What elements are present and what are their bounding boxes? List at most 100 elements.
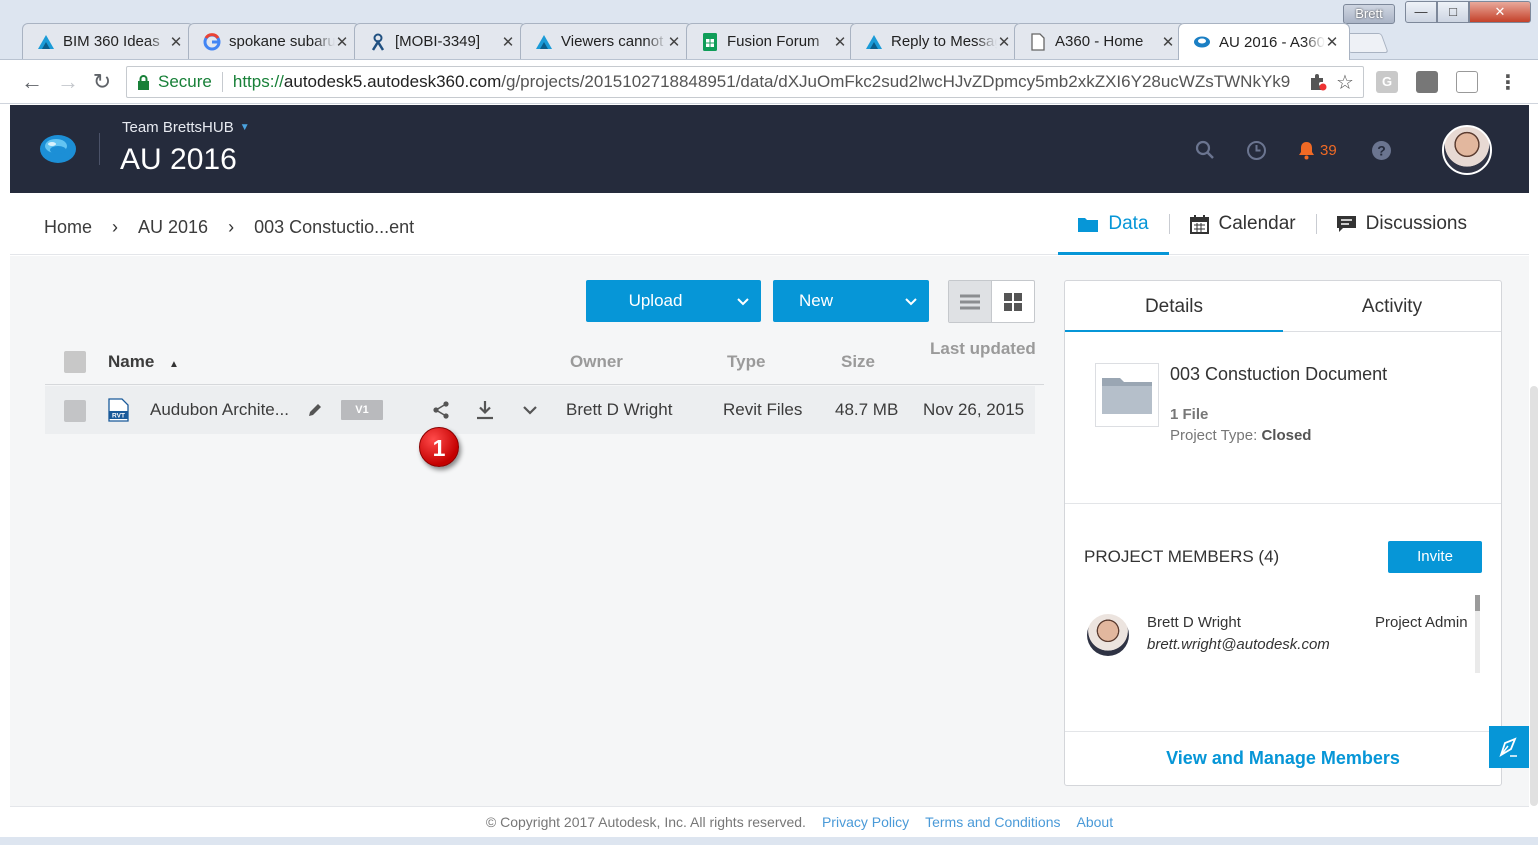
tab-details[interactable]: Details — [1065, 281, 1283, 332]
tab-label: AU 2016 - A360 — [1219, 33, 1325, 51]
search-icon[interactable] — [1195, 140, 1215, 166]
window-minimize-button[interactable]: — — [1405, 1, 1437, 23]
chevron-down-icon[interactable] — [518, 398, 542, 422]
close-tab-icon[interactable]: ✕ — [997, 33, 1011, 51]
browser-menu-icon[interactable]: ⋮ — [1498, 70, 1518, 95]
pencil-icon[interactable] — [303, 398, 327, 422]
tab-calendar[interactable]: Calendar — [1170, 193, 1316, 255]
jira-icon — [369, 33, 387, 51]
browser-tab[interactable]: Viewers cannot ✕ — [520, 23, 692, 59]
reload-icon[interactable]: ↻ — [88, 68, 116, 96]
page-footer: © Copyright 2017 Autodesk, Inc. All righ… — [10, 806, 1529, 837]
column-updated-header[interactable]: Last updated — [930, 339, 1036, 359]
project-type-value: Closed — [1261, 427, 1312, 444]
terms-link[interactable]: Terms and Conditions — [925, 814, 1060, 830]
new-button[interactable]: New — [773, 280, 929, 322]
sort-ascending-icon: ▲ — [169, 359, 179, 370]
bookmark-star-icon[interactable]: ☆ — [1336, 70, 1354, 95]
notifications-button[interactable]: 39 — [1298, 141, 1337, 160]
breadcrumb-folder[interactable]: 003 Constuctio...ent — [254, 217, 414, 238]
feedback-pen-icon — [1499, 737, 1517, 758]
share-icon[interactable] — [429, 398, 453, 422]
member-name: Brett D Wright — [1147, 614, 1241, 631]
close-tab-icon[interactable]: ✕ — [1325, 33, 1339, 51]
secure-indicator[interactable]: Secure — [137, 72, 212, 92]
browser-tab[interactable]: A360 - Home ✕ — [1014, 23, 1186, 59]
members-scrollbar[interactable] — [1475, 595, 1480, 673]
list-view-icon[interactable] — [949, 281, 992, 322]
chevron-down-icon: ▼ — [239, 122, 250, 133]
autodesk-a-icon — [865, 33, 883, 51]
invite-button[interactable]: Invite — [1388, 541, 1482, 573]
file-owner: Brett D Wright — [566, 400, 673, 419]
grid-view-icon[interactable] — [992, 281, 1034, 322]
chevron-down-icon[interactable] — [893, 293, 929, 309]
notification-count: 39 — [1320, 142, 1337, 159]
chevron-down-icon[interactable] — [725, 293, 761, 309]
extension-grid-icon[interactable] — [1456, 71, 1478, 93]
close-tab-icon[interactable]: ✕ — [1161, 33, 1175, 51]
browser-tab-active[interactable]: AU 2016 - A360 ✕ — [1178, 23, 1350, 60]
autodesk-a-icon — [535, 33, 553, 51]
column-name-header[interactable]: Name ▲ — [108, 352, 179, 372]
tab-activity[interactable]: Activity — [1283, 281, 1501, 331]
page-scrollbar[interactable] — [1530, 386, 1538, 806]
breadcrumb-home[interactable]: Home — [44, 217, 92, 238]
breadcrumb-project[interactable]: AU 2016 — [138, 217, 208, 238]
folder-title: 003 Constuction Document — [1170, 364, 1388, 384]
file-size: 48.7 MB — [835, 400, 899, 419]
tab-data[interactable]: Data — [1058, 193, 1169, 255]
close-tab-icon[interactable]: ✕ — [335, 33, 349, 51]
calendar-icon — [1189, 214, 1209, 234]
feedback-button[interactable] — [1489, 726, 1529, 768]
column-size-header[interactable]: Size — [841, 352, 875, 372]
window-close-button[interactable]: ✕ — [1469, 1, 1531, 23]
browser-tab[interactable]: Fusion Forum ✕ — [686, 23, 858, 59]
url-host: autodesk5.autodesk360.com — [283, 72, 502, 91]
clock-icon[interactable] — [1246, 140, 1267, 167]
browser-tab[interactable]: spokane subaru ✕ — [188, 23, 360, 59]
close-tab-icon[interactable]: ✕ — [667, 33, 681, 51]
tab-discussions[interactable]: Discussions — [1317, 193, 1487, 255]
column-type-header[interactable]: Type — [727, 352, 765, 372]
back-arrow-icon[interactable]: ← — [18, 68, 46, 96]
a360-icon — [1193, 33, 1211, 51]
help-icon[interactable]: ? — [1371, 140, 1392, 167]
window-maximize-button[interactable]: □ — [1437, 1, 1469, 23]
revit-file-icon: RVT — [108, 398, 129, 422]
view-manage-members-link[interactable]: View and Manage Members — [1065, 748, 1501, 769]
close-tab-icon[interactable]: ✕ — [833, 33, 847, 51]
browser-tab[interactable]: Reply to Message ✕ — [850, 23, 1022, 59]
tab-label: Reply to Message — [891, 33, 997, 50]
forward-arrow-icon[interactable]: → — [54, 68, 82, 96]
version-badge[interactable]: V1 — [341, 400, 383, 420]
upload-button[interactable]: Upload — [586, 280, 761, 322]
extension-g-icon[interactable]: G — [1376, 71, 1398, 93]
scrollbar-thumb[interactable] — [1475, 595, 1480, 611]
extension-puzzle-icon[interactable] — [1308, 72, 1330, 94]
close-tab-icon[interactable]: ✕ — [169, 33, 183, 51]
details-panel-tabs: Details Activity — [1065, 281, 1501, 332]
privacy-policy-link[interactable]: Privacy Policy — [822, 814, 909, 830]
browser-tab[interactable]: BIM 360 Ideas ✕ — [22, 23, 194, 59]
browser-profile-button[interactable]: Brett — [1343, 4, 1395, 24]
download-icon[interactable] — [473, 398, 497, 422]
row-checkbox[interactable] — [64, 400, 86, 422]
google-g-icon — [203, 32, 221, 51]
a360-logo-icon[interactable] — [38, 131, 78, 172]
select-all-checkbox[interactable] — [64, 351, 86, 373]
column-owner-header[interactable]: Owner — [570, 352, 623, 372]
team-selector[interactable]: Team BrettsHUB ▼ — [122, 119, 250, 136]
url-path: /g/projects/20151027188489​51/data/dXJuO… — [501, 72, 1291, 91]
table-row[interactable]: RVT Audubon Archite... V1 Brett D Wright… — [45, 386, 1035, 434]
extension-shield-icon[interactable] — [1416, 71, 1438, 93]
file-name[interactable]: Audubon Archite... — [150, 400, 289, 420]
address-bar[interactable]: Secure https://autodesk5.autodesk360.com… — [126, 66, 1364, 98]
tab-label: [MOBI-3349] — [395, 33, 481, 50]
browser-tab[interactable]: [MOBI-3349] ✕ — [354, 23, 526, 59]
close-tab-icon[interactable]: ✕ — [501, 33, 515, 51]
user-avatar[interactable] — [1442, 125, 1492, 175]
lock-icon — [138, 74, 149, 90]
member-email[interactable]: brett.wright@autodesk.com — [1147, 636, 1330, 653]
about-link[interactable]: About — [1077, 814, 1114, 830]
